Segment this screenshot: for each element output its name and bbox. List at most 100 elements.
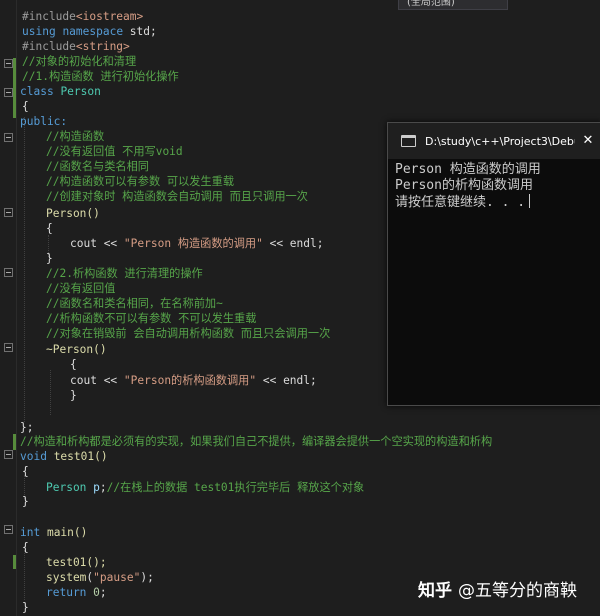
code-line: //没有返回值 (46, 281, 115, 296)
fold-toggle[interactable] (4, 268, 13, 277)
console-title: D:\study\c++\Project3\Debug (425, 135, 575, 148)
brace: { (70, 358, 77, 371)
comment: //构造函数 (46, 130, 105, 143)
brace: { (22, 541, 29, 554)
code-line: class Person (20, 84, 101, 99)
string-literal: "pause" (93, 571, 141, 584)
fold-toggle[interactable] (4, 88, 13, 97)
preprocessor-directive: #include (22, 40, 76, 53)
code-line: //2.析构函数 进行清理的操作 (46, 266, 203, 281)
indent-guide (50, 370, 51, 415)
zhihu-logo: 知乎 (418, 581, 452, 601)
code-line: ~Person() (46, 342, 107, 357)
code-line: Person p;//在栈上的数据 test01执行完毕后 释放这个对象 (46, 480, 364, 495)
code-line: { (22, 99, 29, 114)
identifier: endl (289, 237, 317, 250)
scope-dropdown-label: (全局范围) (407, 0, 455, 8)
code-line: //构造和析构都是必须有的实现，如果我们自己不提供，编译器会提供一个空实现的构造… (20, 434, 492, 449)
paren: ); (140, 571, 154, 584)
code-line: void test01() (20, 449, 108, 464)
code-line: Person() (46, 206, 100, 221)
code-line: //函数名与类名相同 (46, 159, 149, 174)
code-line: } (70, 388, 77, 403)
code-line: return 0; (46, 585, 107, 600)
identifier: cout (70, 374, 97, 387)
comment: //函数名与类名相同 (46, 160, 149, 173)
fold-toggle[interactable] (4, 208, 13, 217)
class-name: Person (60, 85, 101, 98)
comment: //对象的初始化和清理 (22, 55, 137, 68)
operator: << (96, 237, 124, 250)
keyword: using (22, 25, 56, 38)
include-header: <string> (75, 40, 130, 53)
scope-dropdown[interactable]: (全局范围) (398, 0, 508, 10)
code-line: //函数名和类名相同，在名称前加~ (46, 296, 223, 311)
function-call: test01(); (46, 556, 107, 569)
code-line: } (46, 251, 53, 266)
code-line: #include<string> (22, 39, 130, 54)
identifier: cout (70, 237, 97, 250)
code-line: int main() (20, 525, 87, 540)
indent-guide (24, 550, 25, 600)
comment: //2.析构函数 进行清理的操作 (46, 267, 203, 280)
code-line: }; (20, 420, 33, 435)
comment: //析构函数不可以有参数 不可以发生重载 (46, 312, 257, 325)
identifier: endl (283, 374, 311, 387)
close-icon[interactable]: ✕ (580, 132, 596, 150)
code-line: } (22, 600, 29, 615)
console-output[interactable]: Person 构造函数的调用 Person的析构函数调用 请按任意键继续. . … (395, 162, 600, 210)
identifier: std; (123, 25, 157, 38)
fold-toggle[interactable] (4, 525, 13, 534)
comment: //1.构造函数 进行初始化操作 (22, 70, 179, 83)
watermark: 知乎 @五等分的商鞅 (418, 578, 577, 604)
code-line: using namespace std; (22, 24, 157, 39)
brace: { (46, 222, 53, 235)
code-line: //构造函数 (46, 129, 104, 144)
semicolon: ; (310, 374, 317, 387)
comment: //在栈上的数据 test01执行完毕后 释放这个对象 (106, 481, 365, 494)
keyword: class (20, 85, 54, 98)
code-line: //对象的初始化和清理 (22, 54, 136, 69)
destructor-name: ~Person() (46, 343, 107, 356)
code-line: { (22, 540, 29, 555)
operator: << (256, 374, 284, 387)
type-name: Person (46, 481, 87, 494)
semicolon: ; (316, 237, 324, 250)
comment: //对象在销毁前 会自动调用析构函数 而且只会调用一次 (46, 327, 331, 340)
constructor-name: Person() (46, 207, 100, 220)
keyword: void (20, 450, 47, 463)
function-call: system (46, 571, 87, 584)
brace: { (22, 465, 29, 478)
fold-toggle[interactable] (4, 343, 13, 352)
variable: p (86, 481, 100, 494)
watermark-author: @五等分的商鞅 (458, 581, 577, 601)
function-name: main() (40, 526, 88, 539)
console-window[interactable]: D:\study\c++\Project3\Debug ✕ Person 构造函… (387, 122, 600, 406)
brace: { (22, 100, 29, 113)
code-line: { (46, 221, 53, 236)
preprocessor-directive: #include (22, 10, 76, 23)
console-output-line: Person的析构函数调用 (395, 178, 533, 193)
console-output-line: 请按任意键继续. . . (395, 194, 600, 210)
comment: //构造函数可以有参数 可以发生重载 (46, 175, 235, 188)
fold-toggle[interactable] (4, 133, 13, 142)
terminal-icon (401, 135, 416, 147)
console-titlebar[interactable]: D:\study\c++\Project3\Debug ✕ (388, 123, 600, 159)
brace: } (70, 389, 77, 402)
comment: //没有返回值 (46, 282, 116, 295)
change-marker (13, 434, 16, 450)
brace: } (22, 601, 29, 614)
comment: //构造和析构都是必须有的实现，如果我们自己不提供，编译器会提供一个空实现的构造… (20, 435, 493, 448)
fold-toggle[interactable] (4, 450, 13, 459)
comment: //没有返回值 不用写void (46, 145, 183, 158)
semicolon: ; (99, 586, 107, 599)
code-line: test01(); (46, 555, 107, 570)
change-marker (13, 58, 16, 118)
fold-toggle[interactable] (4, 59, 13, 68)
keyword: int (20, 526, 41, 539)
brace: } (22, 495, 29, 508)
function-name: test01() (46, 450, 108, 463)
change-marker (13, 555, 16, 569)
access-specifier: public: (20, 115, 68, 128)
comment: //函数名和类名相同，在名称前加~ (46, 297, 223, 310)
